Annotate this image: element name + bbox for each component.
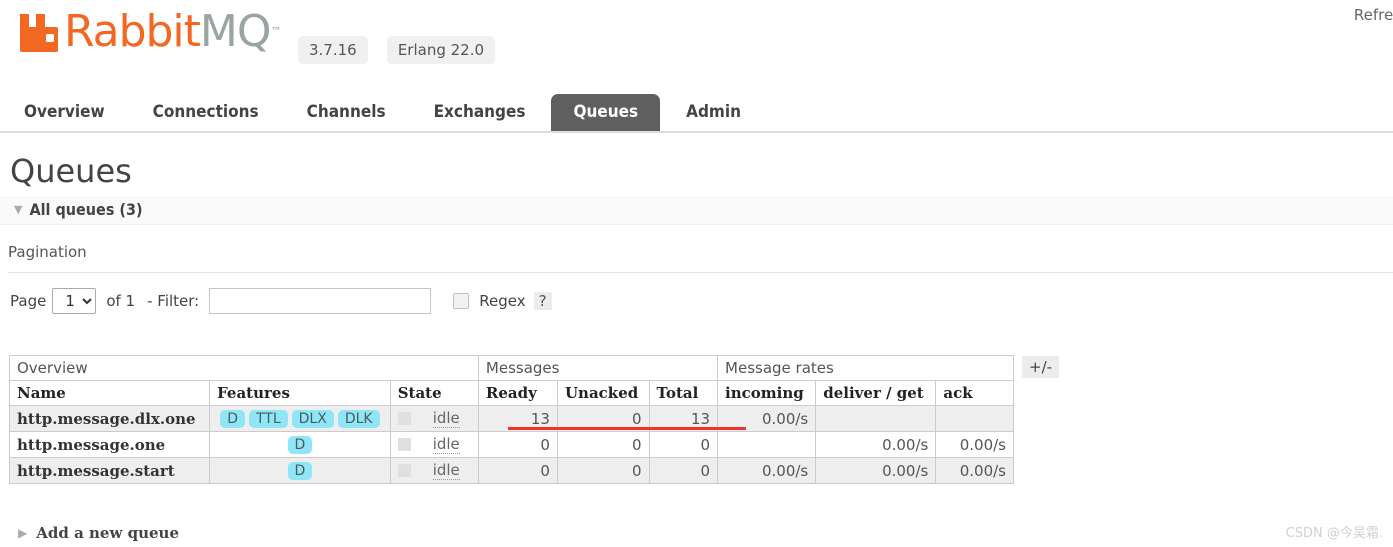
queue-state-label: idle (433, 409, 460, 428)
nav-item-overview[interactable]: Overview (2, 94, 127, 131)
nav-item-queues[interactable]: Queues (551, 94, 660, 131)
column-header-incoming[interactable]: incoming (718, 381, 816, 406)
queue-incoming-cell: 0.00/s (718, 458, 816, 484)
feature-tag[interactable]: DLX (292, 410, 334, 428)
add-new-queue-label: Add a new queue (36, 524, 179, 542)
table-group-header-row: Overview Messages Message rates (10, 356, 1014, 381)
queue-deliver-get-cell: 0.00/s (816, 432, 936, 458)
filter-input[interactable] (209, 288, 431, 314)
queue-features-cell: DTTLDLXDLK (210, 406, 391, 432)
queues-table-body: http.message.dlx.one DTTLDLXDLK idle 13 … (10, 406, 1014, 484)
nav-item-connections[interactable]: Connections (131, 94, 281, 131)
nav-list: Overview Connections Channels Exchanges … (0, 88, 1393, 131)
column-header-name[interactable]: Name (10, 381, 210, 406)
page-header: RabbitMQ™ 3.7.16 Erlang 22.0 Refres (0, 0, 1393, 86)
queue-ready-cell: 0 (478, 432, 557, 458)
erlang-version-badge: Erlang 22.0 (387, 36, 495, 64)
brand-mq-text: MQ (200, 6, 271, 57)
queues-table: Overview Messages Message rates Name Fea… (9, 355, 1014, 484)
column-header-features: Features (210, 381, 391, 406)
queue-name-link[interactable]: http.message.start (17, 462, 175, 480)
regex-help-icon[interactable]: ? (534, 292, 552, 310)
queue-ready-cell: 0 (478, 458, 557, 484)
page-count-label: of 1 (106, 292, 135, 310)
feature-tag[interactable]: DLK (338, 410, 380, 428)
rabbitmq-version-badge: 3.7.16 (298, 36, 368, 64)
queue-unacked-cell: 0 (557, 432, 649, 458)
group-header-messages: Messages (478, 356, 717, 381)
queue-state-cell: idle (390, 406, 478, 432)
page-word-label: Page (10, 292, 46, 310)
table-row[interactable]: http.message.one D idle 0 0 0 0.00/s 0.0… (10, 432, 1014, 458)
filter-label: - Filter: (147, 292, 199, 310)
feature-tag[interactable]: TTL (249, 410, 288, 428)
main-navigation: Overview Connections Channels Exchanges … (0, 88, 1393, 133)
version-badges: 3.7.16 Erlang 22.0 (298, 36, 495, 64)
brand-wordmark: RabbitMQ™ (64, 10, 281, 54)
pagination-divider (8, 272, 1393, 273)
rabbitmq-management-page: RabbitMQ™ 3.7.16 Erlang 22.0 Refres Over… (0, 0, 1393, 547)
regex-label: Regex (479, 292, 525, 310)
table-row[interactable]: http.message.start D idle 0 0 0 0.00/s 0… (10, 458, 1014, 484)
pagination-heading: Pagination (8, 243, 87, 261)
queue-total-cell: 0 (649, 458, 718, 484)
feature-tag[interactable]: D (288, 436, 313, 454)
queue-deliver-get-cell (816, 406, 936, 432)
group-header-overview: Overview (10, 356, 479, 381)
page-title: Queues (10, 152, 132, 190)
toggle-columns-button[interactable]: +/- (1022, 356, 1059, 378)
column-header-deliver-get[interactable]: deliver / get (816, 381, 936, 406)
brand-tm-mark: ™ (271, 25, 281, 38)
queue-unacked-cell: 0 (557, 458, 649, 484)
collapse-triangle-down-icon[interactable]: ▼ (14, 203, 22, 216)
expand-triangle-right-icon[interactable]: ▶ (18, 526, 27, 540)
queue-ack-cell (936, 406, 1014, 432)
refresh-label: Refres (1354, 6, 1393, 24)
queue-incoming-cell (718, 432, 816, 458)
queue-deliver-get-cell: 0.00/s (816, 458, 936, 484)
state-indicator-icon (398, 438, 411, 451)
brand-rabbit-text: Rabbit (64, 6, 200, 57)
queue-name-link[interactable]: http.message.dlx.one (17, 410, 196, 428)
queue-ack-cell: 0.00/s (936, 432, 1014, 458)
add-new-queue-section[interactable]: ▶ Add a new queue (18, 524, 179, 542)
table-column-header-row: Name Features State Ready Unacked Total … (10, 381, 1014, 406)
state-indicator-icon (398, 464, 411, 477)
queue-name-cell[interactable]: http.message.one (10, 432, 210, 458)
nav-item-admin[interactable]: Admin (664, 94, 763, 131)
nav-item-exchanges[interactable]: Exchanges (412, 94, 548, 131)
queue-name-link[interactable]: http.message.one (17, 436, 165, 454)
queue-state-label: idle (433, 461, 460, 480)
all-queues-label: All queues (3) (29, 200, 142, 219)
column-header-total[interactable]: Total (649, 381, 718, 406)
nav-item-channels[interactable]: Channels (285, 94, 408, 131)
group-header-message-rates: Message rates (718, 356, 1014, 381)
queue-total-cell: 0 (649, 432, 718, 458)
column-header-unacked[interactable]: Unacked (557, 381, 649, 406)
queues-table-head: Overview Messages Message rates Name Fea… (10, 356, 1014, 406)
pagination-controls: Page 1 of 1 - Filter: Regex ? (10, 288, 552, 314)
queue-name-cell[interactable]: http.message.start (10, 458, 210, 484)
feature-tag[interactable]: D (220, 410, 245, 428)
queue-state-cell: idle (390, 458, 478, 484)
queue-ack-cell: 0.00/s (936, 458, 1014, 484)
column-header-ready[interactable]: Ready (478, 381, 557, 406)
regex-checkbox[interactable] (453, 293, 469, 309)
rabbitmq-logo[interactable]: RabbitMQ™ (16, 10, 281, 54)
feature-tag[interactable]: D (288, 462, 313, 480)
queue-name-cell[interactable]: http.message.dlx.one (10, 406, 210, 432)
csdn-watermark: CSDN @今吴霜. (1286, 522, 1383, 541)
queue-state-label: idle (433, 435, 460, 454)
rabbit-logo-icon (16, 10, 62, 54)
state-indicator-icon (398, 412, 411, 425)
queue-state-cell: idle (390, 432, 478, 458)
refresh-control[interactable]: Refres (1354, 6, 1393, 24)
page-select[interactable]: 1 (52, 288, 96, 314)
all-queues-section-header[interactable]: ▼ All queues (3) (0, 196, 1393, 225)
queue-features-cell: D (210, 432, 391, 458)
column-header-state[interactable]: State (390, 381, 478, 406)
queue-features-cell: D (210, 458, 391, 484)
column-header-ack[interactable]: ack (936, 381, 1014, 406)
red-annotation-underline (508, 427, 746, 430)
